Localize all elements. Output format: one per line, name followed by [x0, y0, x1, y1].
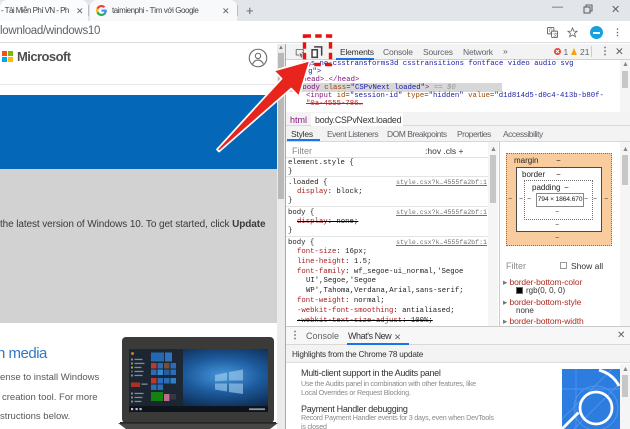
svg-text:文: 文 — [553, 31, 558, 38]
